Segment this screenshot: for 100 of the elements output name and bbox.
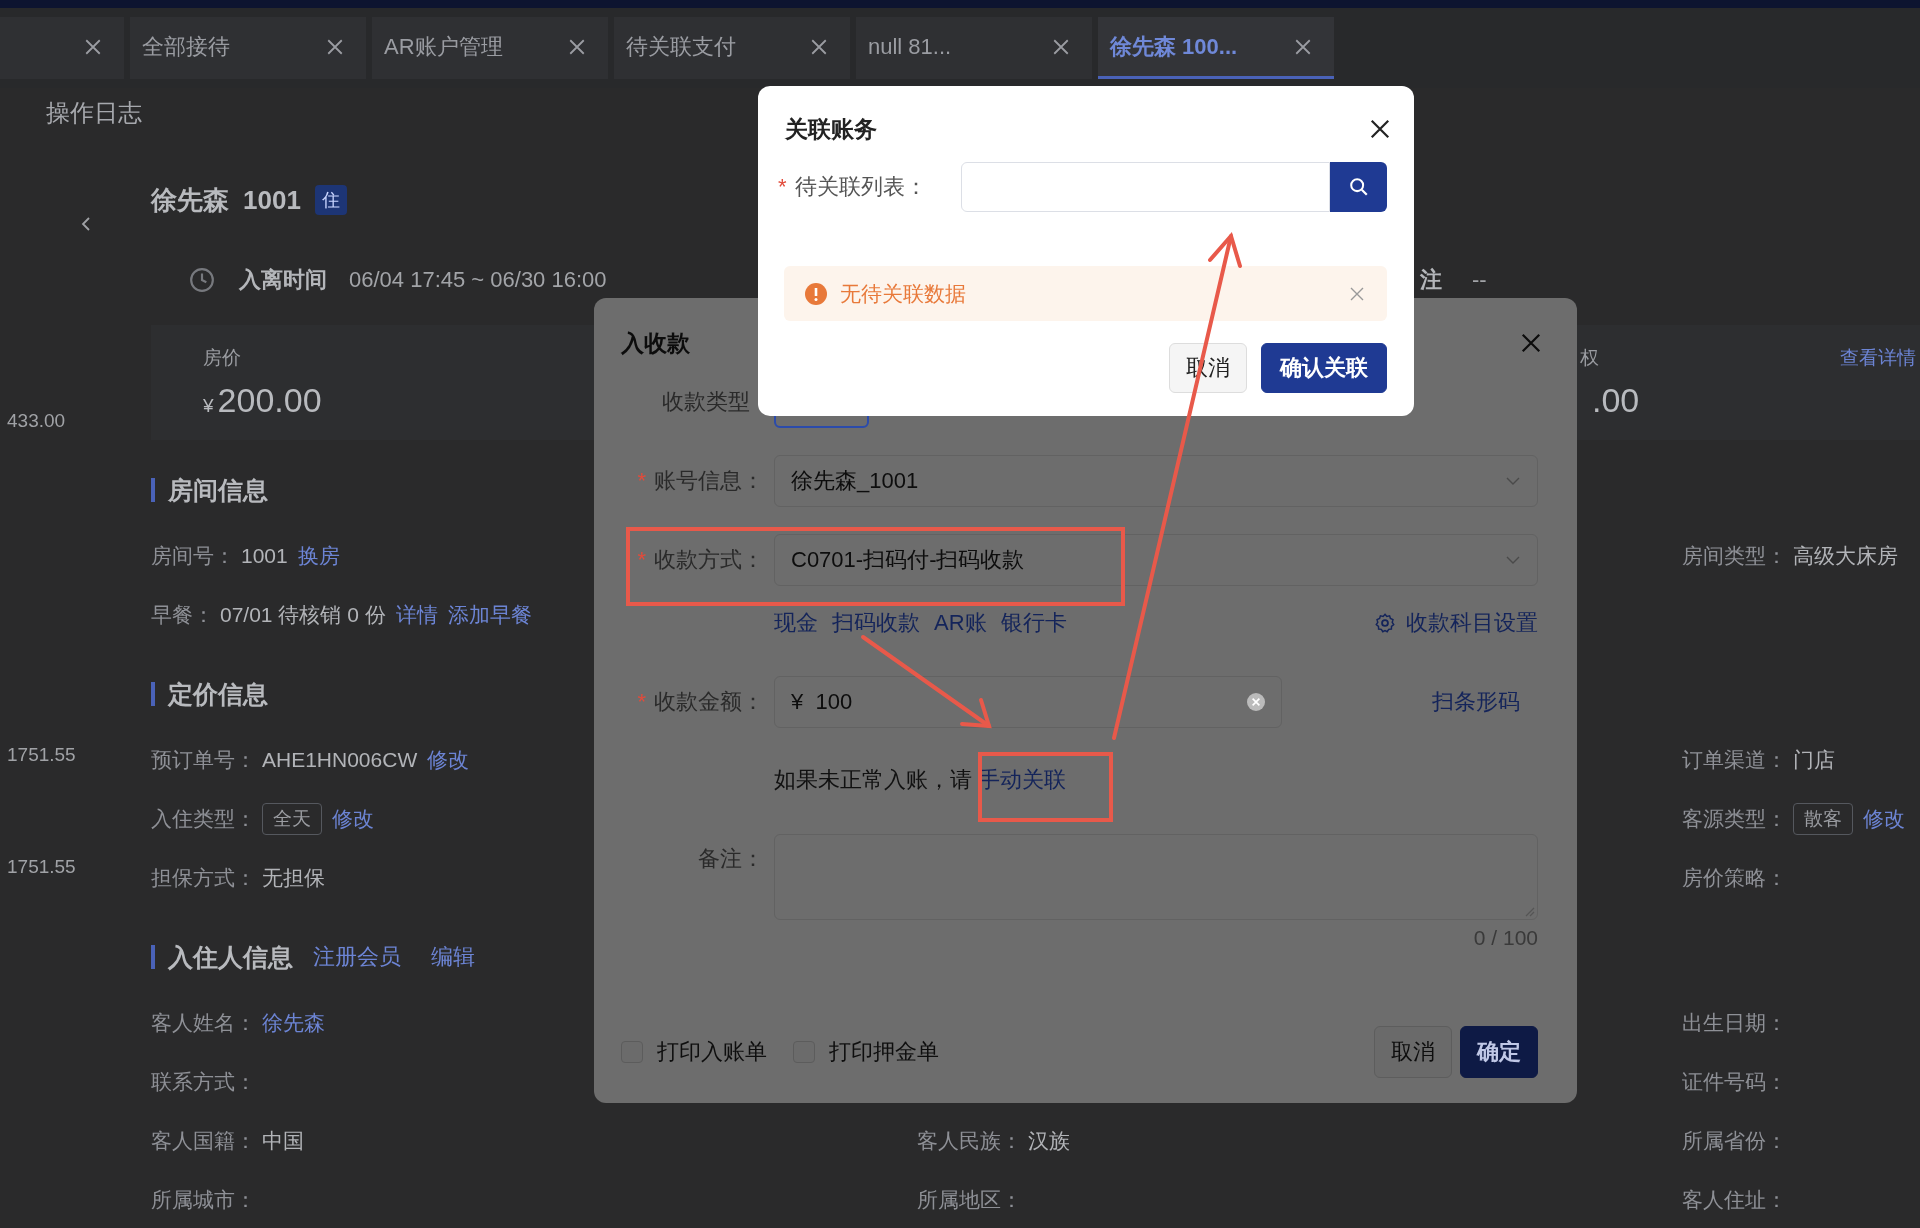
search-icon bbox=[1347, 176, 1370, 198]
text-link[interactable]: 修改 bbox=[332, 804, 374, 833]
field-label: 收款金额： bbox=[654, 689, 764, 714]
field-label: 备注： bbox=[698, 846, 764, 871]
text-link[interactable]: 编辑 bbox=[431, 942, 475, 972]
alert-message: 无待关联数据 bbox=[840, 280, 967, 307]
field-label: 联系方式： bbox=[151, 1068, 256, 1095]
dialog-title: 入收款 bbox=[621, 329, 690, 358]
field-label: 所属省份： bbox=[1682, 1127, 1787, 1154]
field-value: 门店 bbox=[1793, 746, 1835, 773]
text-link[interactable]: 徐先森 bbox=[262, 1008, 325, 1037]
tab[interactable]: AR账户管理 bbox=[372, 17, 608, 79]
amount-text: 1751.55 bbox=[7, 743, 76, 767]
tab[interactable]: 徐先森 100... bbox=[1098, 17, 1334, 79]
required-mark: * bbox=[778, 174, 787, 199]
field-label: 客人住址： bbox=[1682, 1186, 1787, 1213]
field-label: 房价策略： bbox=[1682, 864, 1787, 891]
price-amount: ¥200.00 bbox=[203, 381, 322, 420]
detail-link[interactable]: 查看详情 bbox=[1840, 345, 1916, 369]
field-value: 汉族 bbox=[1028, 1127, 1070, 1154]
text-link[interactable]: 换房 bbox=[297, 541, 340, 570]
field-label: 证件号码： bbox=[1682, 1068, 1787, 1095]
price-amount: .00 bbox=[1591, 381, 1640, 420]
field-label: 客源类型： bbox=[1682, 805, 1787, 832]
required-mark: * bbox=[637, 468, 646, 493]
tag: 散客 bbox=[1793, 802, 1853, 835]
note-label: 注 bbox=[1420, 266, 1442, 294]
confirm-button[interactable]: 确认关联 bbox=[1261, 343, 1387, 393]
dialog-title: 关联账务 bbox=[785, 115, 877, 144]
warning-icon bbox=[804, 281, 828, 306]
field-value: 无担保 bbox=[262, 864, 325, 891]
section-title: 入住人信息 bbox=[168, 941, 293, 973]
text-link[interactable]: 修改 bbox=[1863, 804, 1905, 833]
checkbox-label[interactable]: 打印押金单 bbox=[829, 1037, 939, 1067]
search-button[interactable] bbox=[1330, 162, 1387, 212]
field-label: 所属城市： bbox=[151, 1186, 256, 1213]
field-label: 房间类型： bbox=[1682, 542, 1787, 569]
remark-field[interactable] bbox=[774, 834, 1538, 920]
select-field[interactable]: 徐先森_1001 bbox=[774, 455, 1538, 507]
scan-barcode-link[interactable]: 扫条形码 bbox=[1432, 687, 1520, 717]
heading-bar bbox=[151, 478, 155, 502]
chevron-down-icon bbox=[1505, 555, 1521, 565]
guest-name: 徐先森 bbox=[151, 183, 229, 217]
field-value: AHE1HN006CW bbox=[262, 747, 418, 772]
chevron-left-icon[interactable] bbox=[80, 216, 92, 232]
price-label: 房价 bbox=[203, 346, 241, 370]
text-link[interactable]: 修改 bbox=[427, 745, 470, 774]
amount-text: 433.00 bbox=[7, 409, 66, 433]
clock-icon bbox=[189, 267, 215, 293]
payment-method-link[interactable]: 现金 bbox=[774, 608, 818, 638]
field-value: 中国 bbox=[262, 1127, 304, 1154]
field-label: 所属地区： bbox=[917, 1186, 1022, 1213]
field-label: 客人姓名： bbox=[151, 1009, 256, 1036]
required-mark: * bbox=[637, 547, 646, 572]
tab[interactable]: null 81... bbox=[856, 17, 1092, 79]
note-value: -- bbox=[1472, 267, 1487, 293]
field-label: 出生日期： bbox=[1682, 1009, 1787, 1036]
field-label: 待关联列表： bbox=[794, 174, 927, 199]
field-label: 收款方式： bbox=[654, 547, 764, 572]
text-link[interactable]: 注册会员 bbox=[313, 942, 401, 972]
room-number: 1001 bbox=[243, 184, 301, 216]
cancel-button[interactable]: 取消 bbox=[1374, 1026, 1452, 1078]
chevron-down-icon bbox=[1505, 476, 1521, 486]
section-title: 定价信息 bbox=[168, 678, 268, 710]
clear-icon[interactable] bbox=[1247, 693, 1265, 711]
stay-label: 入离时间 bbox=[239, 266, 327, 294]
payment-method-link[interactable]: AR账 bbox=[934, 608, 987, 638]
field-label: 担保方式： bbox=[151, 864, 256, 891]
text-link[interactable]: 添加早餐 bbox=[447, 600, 532, 629]
amount-field[interactable]: ¥ 100 bbox=[774, 676, 1282, 728]
close-icon[interactable] bbox=[1369, 118, 1391, 140]
field-value: 07/01 待核销 0 份 bbox=[220, 601, 386, 628]
section-title: 房间信息 bbox=[168, 474, 268, 506]
settings-link[interactable]: 收款科目设置 bbox=[1374, 608, 1538, 638]
field-value: 高级大床房 bbox=[1793, 542, 1898, 569]
field-value: 1001 bbox=[241, 543, 288, 568]
field-label: 收款类型 bbox=[662, 389, 750, 414]
field-label: 订单渠道： bbox=[1682, 746, 1787, 773]
payment-method-link[interactable]: 银行卡 bbox=[1000, 608, 1067, 638]
field-label: 客人民族： bbox=[917, 1127, 1022, 1154]
tab[interactable]: 全部接待 bbox=[130, 17, 366, 79]
field-label: 客人国籍： bbox=[151, 1127, 256, 1154]
tab[interactable]: 待关联支付 bbox=[614, 17, 850, 79]
page-tab[interactable]: 操作日志 bbox=[46, 97, 142, 129]
amount-text: 1751.55 bbox=[7, 855, 76, 879]
resize-grip-icon[interactable] bbox=[1523, 905, 1535, 917]
field-label: 早餐： bbox=[151, 601, 214, 628]
checkbox-label[interactable]: 打印入账单 bbox=[657, 1037, 767, 1067]
select-field[interactable]: C0701-扫码付-扫码收款 bbox=[774, 534, 1538, 586]
payment-method-link[interactable]: 扫码收款 bbox=[832, 608, 920, 638]
text-link[interactable]: 详情 bbox=[395, 600, 438, 629]
field-label: 房间号： bbox=[151, 542, 235, 569]
status-badge: 住 bbox=[314, 185, 347, 215]
search-field[interactable] bbox=[961, 162, 1330, 212]
gear-icon bbox=[1374, 612, 1396, 634]
field-label: 预订单号： bbox=[151, 746, 256, 773]
field-label: 账号信息： bbox=[654, 468, 764, 493]
confirm-button[interactable]: 确定 bbox=[1460, 1026, 1538, 1078]
price-label: 权 bbox=[1580, 346, 1599, 370]
tag: 全天 bbox=[262, 802, 322, 835]
